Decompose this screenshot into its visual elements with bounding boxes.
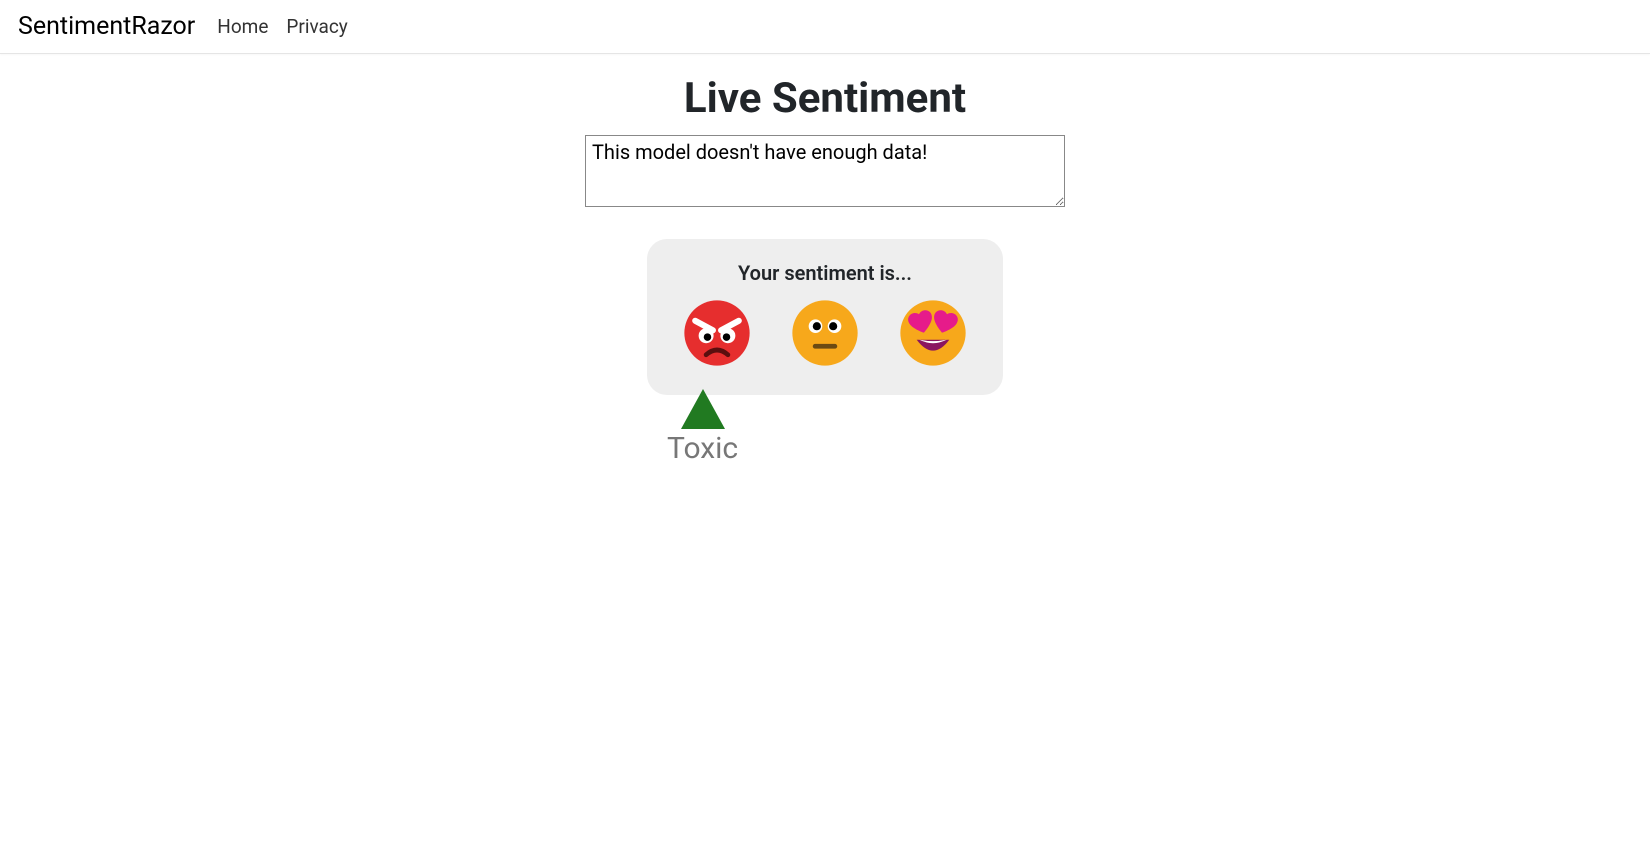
page-title: Live Sentiment bbox=[325, 74, 1325, 123]
navbar-brand[interactable]: SentimentRazor bbox=[18, 12, 195, 41]
sentiment-marker: Toxic bbox=[667, 389, 738, 466]
neutral-face-icon bbox=[791, 299, 859, 367]
nav-link-home[interactable]: Home bbox=[217, 15, 268, 38]
result-card: Your sentiment is... bbox=[647, 239, 1003, 395]
navbar: SentimentRazor Home Privacy bbox=[0, 0, 1650, 54]
heart-eyes-face-icon bbox=[899, 299, 967, 367]
marker-triangle-icon bbox=[681, 389, 725, 429]
sentiment-input[interactable] bbox=[585, 135, 1065, 207]
nav-link-privacy[interactable]: Privacy bbox=[286, 15, 347, 38]
result-label: Your sentiment is... bbox=[677, 261, 973, 285]
marker-label: Toxic bbox=[667, 431, 738, 466]
main-container: Live Sentiment Your sentiment is... bbox=[325, 54, 1325, 475]
marker-wrap: Toxic bbox=[647, 395, 1003, 475]
result-card-wrap: Your sentiment is... bbox=[325, 239, 1325, 395]
emoji-row bbox=[677, 299, 973, 367]
textarea-wrap bbox=[325, 135, 1325, 207]
angry-face-icon bbox=[683, 299, 751, 367]
